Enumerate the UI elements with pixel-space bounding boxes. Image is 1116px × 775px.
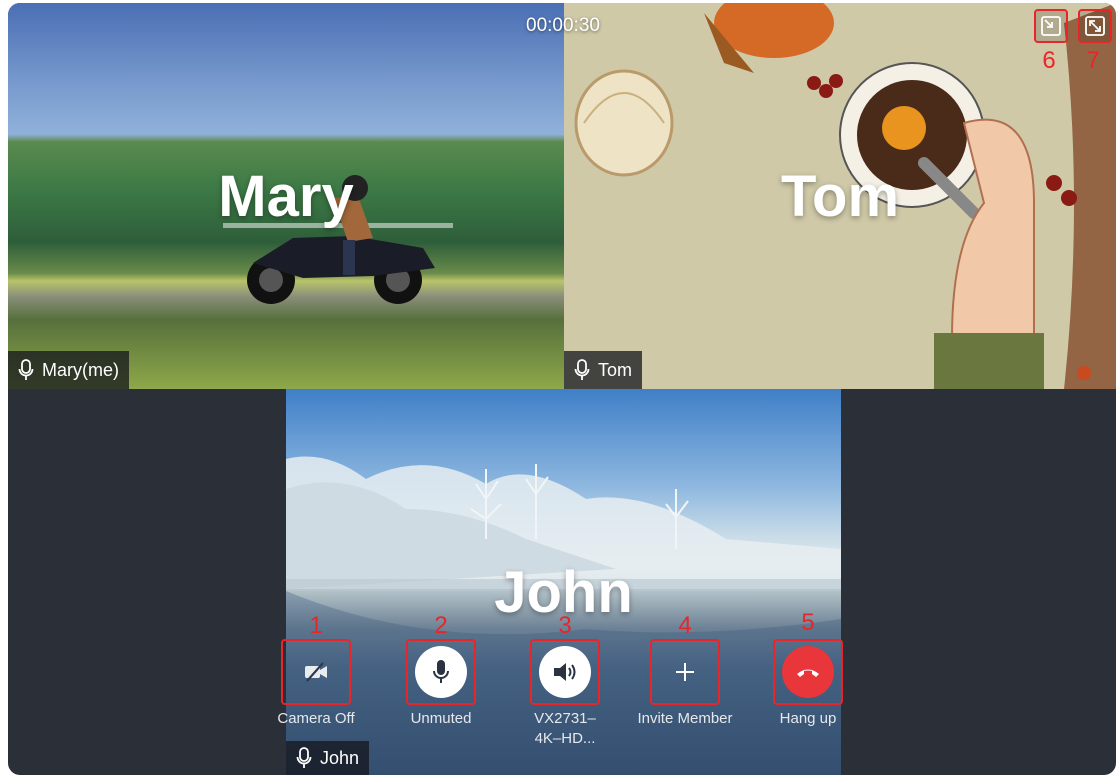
participant-tag-label: John	[320, 747, 360, 768]
hang-up-button-circle	[782, 646, 834, 698]
fullscreen-icon	[1085, 16, 1105, 36]
hang-up-icon	[797, 669, 819, 677]
camera-off-label: Camera Off	[277, 710, 355, 727]
minimize-window-button[interactable]	[1034, 9, 1068, 43]
speaker-device-label-line1: VX2731–	[534, 710, 596, 727]
video-call-window: Mary Mary(me) Tom Tom 00:00:30 6 7 John …	[8, 3, 1116, 775]
annotation-number-6: 6	[1042, 47, 1056, 74]
hang-up-button[interactable]	[773, 639, 843, 705]
annotation-number-1: 1	[309, 612, 323, 639]
speaker-icon	[554, 663, 576, 681]
speaker-device-label: VX2731– 4K–HD...	[510, 709, 620, 749]
invite-member-button[interactable]	[650, 639, 720, 705]
participant-tag-label: Mary(me)	[42, 359, 119, 380]
annotation-number-5: 5	[801, 609, 815, 636]
microphone-icon	[574, 359, 590, 380]
camera-off-button[interactable]	[281, 639, 351, 705]
annotation-number-2: 2	[434, 612, 448, 639]
microphone-button-circle	[415, 646, 467, 698]
microphone-icon	[296, 747, 312, 768]
fullscreen-button[interactable]	[1078, 9, 1112, 43]
unmuted-label: Unmuted	[410, 710, 472, 727]
participant-name-large: Mary	[218, 164, 354, 229]
speaker-device-button[interactable]	[530, 639, 600, 705]
hang-up-label: Hang up	[779, 710, 837, 727]
annotation-number-7: 7	[1086, 47, 1100, 74]
speaker-device-label-line2: 4K–HD...	[534, 730, 596, 747]
plus-icon	[676, 663, 694, 681]
annotation-number-3: 3	[558, 612, 572, 639]
video-tile-tom[interactable]: Tom Tom	[564, 3, 1116, 389]
minimize-window-icon	[1041, 16, 1061, 36]
unmuted-button[interactable]	[406, 639, 476, 705]
camera-off-icon	[305, 662, 327, 682]
annotation-number-4: 4	[678, 612, 692, 639]
participant-tag-label: Tom	[598, 359, 633, 380]
call-timer: 00:00:30	[526, 15, 600, 36]
invite-member-label: Invite Member	[637, 710, 733, 727]
microphone-icon	[18, 359, 34, 380]
participant-name-large: Tom	[780, 164, 900, 229]
participant-tag: Tom	[564, 351, 643, 389]
participant-tag: Mary(me)	[8, 351, 129, 389]
speaker-button-circle	[539, 646, 591, 698]
participant-tag: John	[286, 741, 370, 775]
microphone-icon	[433, 660, 449, 683]
video-tile-mary[interactable]: Mary Mary(me)	[8, 3, 564, 389]
